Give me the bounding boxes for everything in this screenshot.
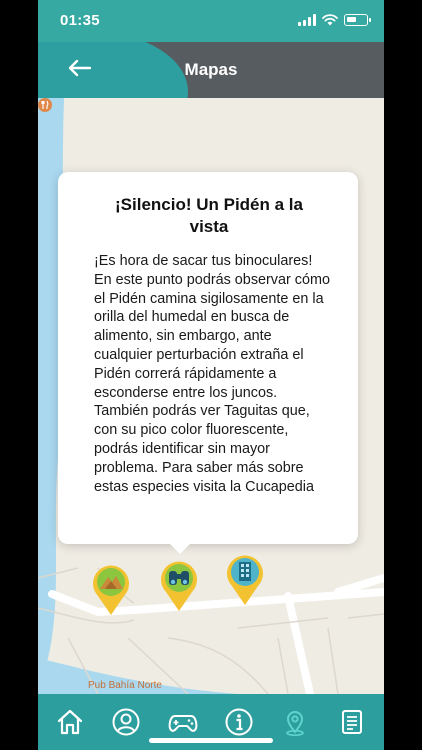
building-pin[interactable] <box>225 552 265 606</box>
nav-home[interactable] <box>50 702 90 742</box>
mountain-icon <box>93 565 129 615</box>
page-title: Mapas <box>184 60 238 79</box>
popup-title: ¡Silencio! Un Pidén a la vista <box>115 195 303 236</box>
status-time: 01:35 <box>60 12 100 29</box>
status-icons <box>298 12 371 28</box>
nav-profile[interactable] <box>106 702 146 742</box>
home-icon <box>58 709 83 735</box>
wifi-icon <box>322 14 338 26</box>
status-bar: 01:35 <box>38 0 384 42</box>
info-icon <box>225 708 253 736</box>
location-popup: ¡Silencio! Un Pidén a la vista ¡Es hora … <box>58 172 358 554</box>
nav-documents[interactable] <box>332 702 372 742</box>
document-icon <box>341 710 362 734</box>
binoculars-icon <box>161 561 197 611</box>
map-pin-icon <box>286 711 305 736</box>
user-icon <box>112 708 140 736</box>
home-indicator[interactable] <box>149 738 273 743</box>
place-label[interactable]: Pub Bahía Norte <box>88 680 162 691</box>
nav-map[interactable] <box>275 702 315 742</box>
popup-description: ¡Es hora de sacar tus binoculares! En es… <box>94 253 330 495</box>
nav-info[interactable] <box>219 702 259 742</box>
app-header: Mapas <box>38 42 384 98</box>
phone-screen: 01:35 Mapas ¡Silencio! Un Pidén a la vis… <box>38 0 384 750</box>
restaurant-icon <box>38 98 52 112</box>
building-icon <box>227 555 263 605</box>
map-view[interactable]: ¡Silencio! Un Pidén a la vista ¡Es hora … <box>38 98 384 694</box>
landscape-pin[interactable] <box>91 562 131 616</box>
binoculars-pin[interactable] <box>159 558 199 612</box>
gamepad-icon <box>168 715 198 732</box>
battery-icon <box>344 14 371 26</box>
nav-games[interactable] <box>163 702 203 742</box>
signal-icon <box>298 14 316 26</box>
